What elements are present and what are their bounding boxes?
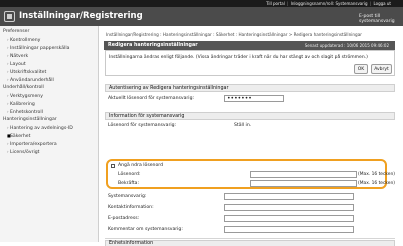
page-title: Redigera hanteringsinställningar xyxy=(108,43,198,48)
ok-button[interactable]: OK xyxy=(354,64,368,74)
cancel-button[interactable]: Avbryt xyxy=(371,64,392,74)
app-title: Inställningar/Registrering xyxy=(19,11,143,21)
current-password-label: Aktuellt lösenord för systemansvarig: xyxy=(108,96,195,101)
info-message: Inställningarna ändras enligt följande. … xyxy=(109,55,368,60)
info-box: Inställningarna ändras enligt följande. … xyxy=(105,50,395,76)
comment-field[interactable] xyxy=(224,226,354,233)
sidebar-category-maintenance: Underhåll/kontroll xyxy=(3,85,44,90)
sidebar: Preferenser ›Kontrollmeny ›Inställningar… xyxy=(0,26,99,242)
page-header-bar: Redigera hanteringsinställningar Senast … xyxy=(104,41,395,50)
comment-label: Kommentar om systemansvarig: xyxy=(108,227,183,232)
email-admin-link[interactable]: E-post till systemansvarig xyxy=(359,14,403,24)
sidebar-item-paper-source[interactable]: ›Inställningar papperskälla xyxy=(0,44,105,52)
main-content: Inställningar/Registrering : Hanteringsi… xyxy=(102,26,403,246)
sidebar-item-control-menu[interactable]: ›Kontrollmeny xyxy=(0,36,105,44)
confirm-password-field[interactable] xyxy=(250,180,357,187)
auth-section-header: Autentisering av Redigera hanteringsinst… xyxy=(105,84,395,92)
sidebar-item-calibration[interactable]: ›Kalibrering xyxy=(0,100,105,108)
email-field[interactable] xyxy=(224,215,354,222)
sidebar-item-tools-menu[interactable]: ›Verktygsmeny xyxy=(0,92,105,100)
sidebar-item-import-export[interactable]: ›Importera/exportera xyxy=(0,140,105,148)
new-password-label: Lösenord: xyxy=(118,172,141,177)
sysadmin-password-label: Lösenord för systemansvarig: xyxy=(108,123,177,128)
section-divider xyxy=(105,238,395,239)
contact-info-label: Kontaktinformation: xyxy=(108,205,154,210)
app-header: Inställningar/Registrering E-post till s… xyxy=(0,7,403,26)
sidebar-item-device-control[interactable]: ›Enhetskontroll xyxy=(0,108,105,116)
top-utility-bar: Till portal | Inloggningsnamn/roll: Syst… xyxy=(0,0,403,7)
new-password-field[interactable] xyxy=(250,171,357,178)
sidebar-item-security[interactable]: ■Säkerhet xyxy=(0,132,105,140)
portal-link[interactable]: Till portal xyxy=(266,1,285,6)
confirm-password-label: Bekräfta: xyxy=(118,181,140,186)
sidebar-category-management: Hanteringsinställningar xyxy=(3,117,57,122)
sidebar-item-network[interactable]: ›Nätverk xyxy=(0,52,105,60)
confirm-max-note: (Max. 16 tecken) xyxy=(358,181,395,186)
logout-link[interactable]: Logga ut xyxy=(373,1,391,6)
sysadmin-section-header: Information för systemansvarig xyxy=(105,112,395,120)
sidebar-category-preferences: Preferenser xyxy=(3,29,30,34)
sidebar-item-user-maintenance[interactable]: ›Användarunderhåll xyxy=(0,76,105,84)
sidebar-item-department-id[interactable]: ›Hantering av avdelnings-ID xyxy=(0,124,105,132)
sidebar-item-print-quality[interactable]: ›Utskriftskvalitet xyxy=(0,68,105,76)
settings-icon xyxy=(4,11,15,22)
device-info-section-header: Enhetsinformation xyxy=(105,240,395,246)
sysadmin-name-label: Systemansvarig: xyxy=(108,194,147,199)
login-role-value: Systemansvarig xyxy=(335,1,368,6)
change-password-checkbox[interactable] xyxy=(111,164,115,168)
sidebar-item-layout[interactable]: ›Layout xyxy=(0,60,105,68)
password-max-note: (Max. 16 tecken) xyxy=(358,172,395,177)
change-password-label: Angä ndra lösenord xyxy=(118,163,163,168)
sysadmin-password-status: Ställ in. xyxy=(234,123,252,128)
login-name-label: Inloggningsnamn/roll: xyxy=(290,1,335,6)
sidebar-item-license[interactable]: ›Licens/övrigt xyxy=(0,148,105,156)
breadcrumb: Inställningar/Registrering : Hanteringsi… xyxy=(106,32,362,37)
email-label: E-postadress: xyxy=(108,216,140,221)
current-password-field[interactable]: ••••••• xyxy=(224,95,284,102)
contact-info-field[interactable] xyxy=(224,204,354,211)
top-links: Till portal | Inloggningsnamn/roll: Syst… xyxy=(266,1,391,6)
last-updated: Senast uppdaterad : 10/06 2015 09:46:02 xyxy=(304,43,389,48)
sysadmin-name-field[interactable] xyxy=(224,193,354,200)
